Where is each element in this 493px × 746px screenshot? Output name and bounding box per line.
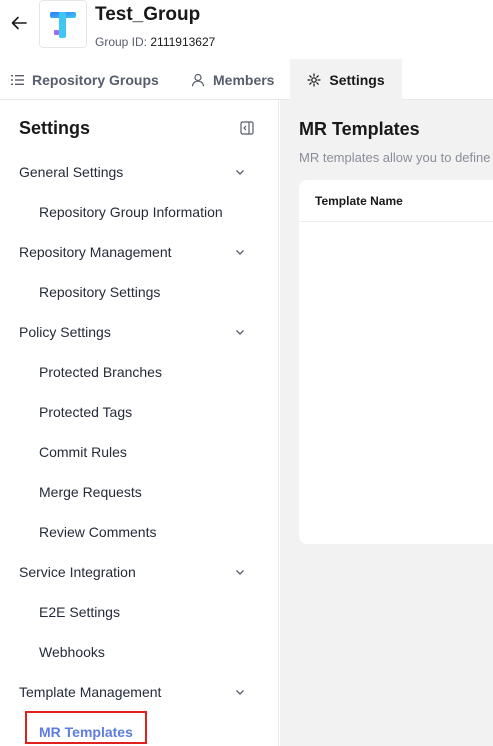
main-content: MR Templates MR templates allow you to d…: [280, 100, 493, 746]
sidebar-item-merge-requests[interactable]: Merge Requests: [0, 472, 279, 512]
tab-label: Settings: [329, 71, 385, 88]
sidebar-item-mr-templates[interactable]: MR Templates: [0, 712, 279, 746]
tab-settings[interactable]: Settings: [290, 59, 402, 100]
group-logo-icon: [50, 12, 76, 38]
sidebar-item-repository-settings[interactable]: Repository Settings: [0, 272, 279, 312]
group-logo: [39, 0, 87, 48]
nav-group-label: Service Integration: [19, 564, 136, 580]
nav-group-service-integration[interactable]: Service Integration: [0, 552, 279, 592]
templates-table-card: Template Name: [299, 180, 493, 544]
nav-group-template-management[interactable]: Template Management: [0, 672, 279, 712]
chevron-down-icon: [236, 170, 244, 175]
nav-group-label: Template Management: [19, 684, 162, 700]
nav-group-repository-management[interactable]: Repository Management: [0, 232, 279, 272]
tab-bar: Repository Groups Members Settings: [0, 59, 493, 100]
sidebar-item-repository-group-information[interactable]: Repository Group Information: [0, 192, 279, 232]
sidebar-item-protected-tags[interactable]: Protected Tags: [0, 392, 279, 432]
chevron-down-icon: [236, 570, 244, 575]
page-title: MR Templates: [299, 119, 420, 139]
sidebar-item-protected-branches[interactable]: Protected Branches: [0, 352, 279, 392]
tab-label: Repository Groups: [32, 71, 159, 88]
back-arrow-icon[interactable]: [8, 12, 30, 34]
chevron-down-icon: [236, 330, 244, 335]
column-header-template-name[interactable]: Template Name: [315, 194, 403, 208]
sidebar-title: Settings: [19, 118, 91, 138]
chevron-down-icon: [236, 250, 244, 255]
settings-sidebar: Settings General Settings Repository Gro…: [0, 100, 279, 746]
group-name: Test_Group: [95, 4, 201, 25]
nav-group-label: Policy Settings: [19, 324, 111, 340]
group-id-label: Group ID:: [95, 35, 148, 49]
list-icon: [11, 74, 24, 85]
sidebar-item-webhooks[interactable]: Webhooks: [0, 632, 279, 672]
group-header: Test_Group Group ID: 2111913627: [0, 0, 493, 56]
table-header: Template Name: [299, 180, 493, 222]
nav-group-label: Repository Management: [19, 244, 172, 260]
tab-members[interactable]: Members: [191, 59, 274, 100]
chevron-down-icon: [236, 690, 244, 695]
nav-group-general-settings[interactable]: General Settings: [0, 152, 279, 192]
group-id: Group ID: 2111913627: [95, 35, 215, 49]
nav-group-policy-settings[interactable]: Policy Settings: [0, 312, 279, 352]
user-icon: [191, 73, 205, 86]
tab-label: Members: [213, 71, 275, 88]
page-description: MR templates allow you to define: [299, 150, 491, 165]
collapse-sidebar-icon[interactable]: [239, 120, 255, 136]
sidebar-item-e2e-settings[interactable]: E2E Settings: [0, 592, 279, 632]
sidebar-item-review-comments[interactable]: Review Comments: [0, 512, 279, 552]
tab-repository-groups[interactable]: Repository Groups: [11, 59, 159, 100]
sidebar-item-commit-rules[interactable]: Commit Rules: [0, 432, 279, 472]
group-id-value: 2111913627: [150, 35, 216, 49]
nav-group-label: General Settings: [19, 164, 124, 180]
gear-icon: [307, 72, 321, 87]
